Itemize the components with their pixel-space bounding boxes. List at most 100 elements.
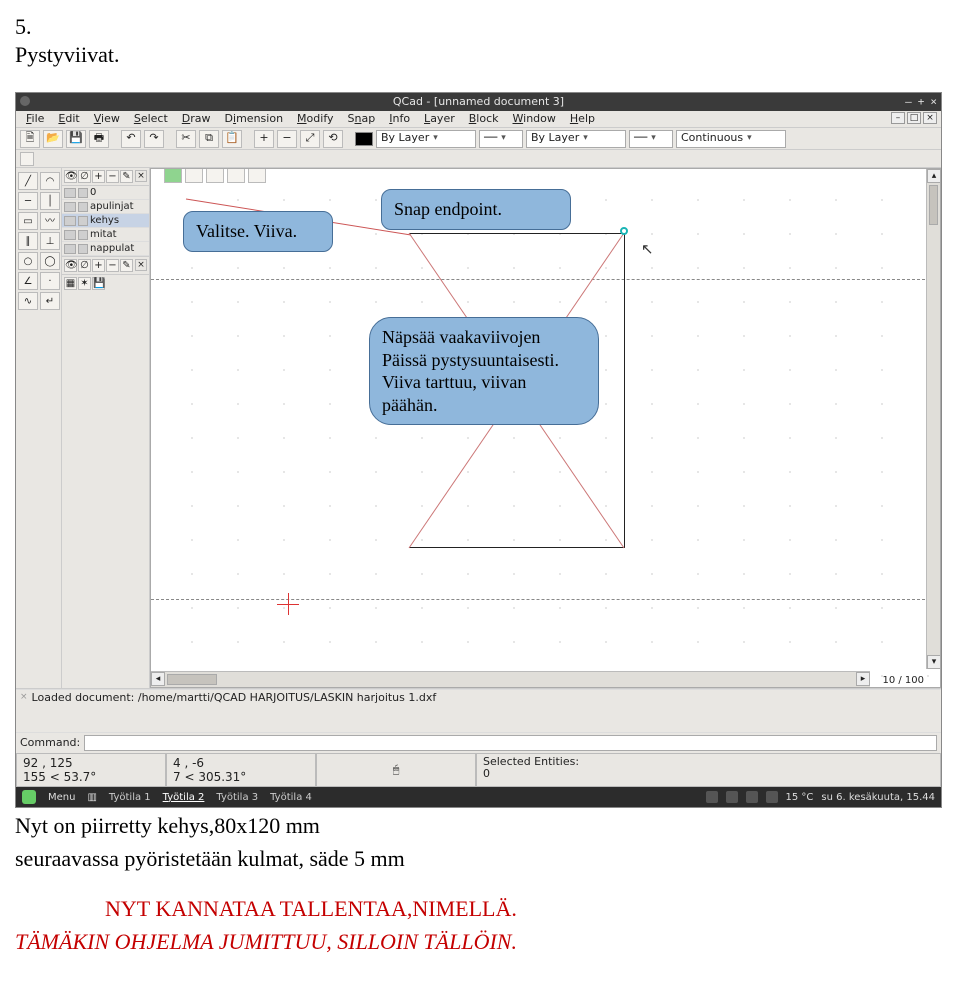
minimize-button[interactable]: –	[905, 96, 912, 108]
command-input[interactable]	[84, 735, 937, 751]
linetype-preview[interactable]: ──▾	[479, 130, 523, 148]
open-button[interactable]: 📂	[43, 130, 63, 148]
horizontal-scrollbar[interactable]: ◂ ▸	[151, 671, 870, 687]
spline-tool[interactable]: ∿	[18, 292, 38, 310]
back-tool[interactable]: ↵	[40, 292, 60, 310]
mdi-close-button[interactable]: ×	[923, 112, 937, 124]
menu-layer[interactable]: Layer	[418, 112, 461, 126]
mdi-restore-button[interactable]: □	[907, 112, 921, 124]
menu-view[interactable]: View	[88, 112, 126, 126]
polyline-tool[interactable]: 〰	[40, 212, 60, 230]
menu-button[interactable]: Menu	[48, 792, 75, 803]
block-hideall-icon[interactable]: ∅	[78, 259, 91, 272]
menu-draw[interactable]: Draw	[176, 112, 217, 126]
workspace-4[interactable]: Työtila 4	[270, 792, 312, 803]
tray-icon[interactable]	[726, 791, 738, 803]
ellipse-tool[interactable]: ◯	[40, 252, 60, 270]
eye-icon[interactable]	[64, 244, 76, 254]
block-explode-icon[interactable]: ✶	[78, 277, 91, 290]
layer-item[interactable]: nappulat	[62, 242, 149, 256]
layer-item-selected[interactable]: kehys	[62, 214, 149, 228]
drawing-canvas[interactable]: ↖ Valitse. Viiva. Snap endpoint. Näpsää …	[150, 168, 941, 688]
linetype-combo[interactable]: Continuous▾	[676, 130, 786, 148]
menu-file[interactable]: File	[20, 112, 50, 126]
layer-item[interactable]: apulinjat	[62, 200, 149, 214]
eye-icon[interactable]	[64, 216, 76, 226]
arc-tool[interactable]: ◠	[40, 172, 60, 190]
block-remove-icon[interactable]: −	[106, 259, 119, 272]
taskbar-app-icon[interactable]: ▥	[87, 792, 96, 803]
start-icon[interactable]	[22, 790, 36, 804]
snap-grid-icon[interactable]	[206, 168, 224, 183]
back-icon[interactable]	[164, 168, 182, 183]
snap-mid-icon[interactable]	[248, 168, 266, 183]
save-button[interactable]: 💾	[66, 130, 86, 148]
lock-icon[interactable]	[78, 216, 88, 226]
new-button[interactable]: 🗎	[20, 130, 40, 148]
snap-end-icon[interactable]	[227, 168, 245, 183]
paste-button[interactable]: 📋	[222, 130, 242, 148]
layer-add-icon[interactable]: +	[92, 170, 105, 183]
hline-tool[interactable]: ─	[18, 192, 38, 210]
layer-showall-icon[interactable]: 👁	[64, 170, 77, 183]
scroll-up-icon[interactable]: ▴	[927, 169, 941, 183]
zoom-fit-button[interactable]: ⤢	[300, 130, 320, 148]
workspace-2[interactable]: Työtila 2	[163, 792, 205, 803]
menu-edit[interactable]: Edit	[52, 112, 85, 126]
lock-icon[interactable]	[78, 244, 88, 254]
block-add-icon[interactable]: +	[92, 259, 105, 272]
lock-icon[interactable]	[78, 188, 88, 198]
lock-icon[interactable]	[78, 202, 88, 212]
eye-icon[interactable]	[64, 188, 76, 198]
panel-close-icon[interactable]: ×	[20, 693, 28, 703]
scroll-down-icon[interactable]: ▾	[927, 655, 941, 669]
zoom-in-button[interactable]: +	[254, 130, 274, 148]
line-tool[interactable]: ╱	[18, 172, 38, 190]
block-insert-icon[interactable]: ▦	[64, 277, 77, 290]
scroll-thumb[interactable]	[929, 185, 938, 225]
workspace-3[interactable]: Työtila 3	[216, 792, 258, 803]
menu-info[interactable]: Info	[383, 112, 416, 126]
mdi-minimize-button[interactable]: –	[891, 112, 905, 124]
circle-tool[interactable]: ○	[18, 252, 38, 270]
block-edit-icon[interactable]: ✎	[120, 259, 133, 272]
zoom-prev-button[interactable]: ⟲	[323, 130, 343, 148]
point-tool[interactable]: ·	[40, 272, 60, 290]
copy-button[interactable]: ⧉	[199, 130, 219, 148]
snap-free-icon[interactable]	[185, 168, 203, 183]
maximize-button[interactable]: +	[918, 96, 925, 108]
cut-button[interactable]: ✂	[176, 130, 196, 148]
scroll-thumb[interactable]	[167, 674, 217, 685]
panel-close-icon[interactable]: ×	[135, 259, 147, 271]
scroll-left-icon[interactable]: ◂	[151, 672, 165, 686]
menu-snap[interactable]: Snap	[342, 112, 382, 126]
layer-item[interactable]: 0	[62, 186, 149, 200]
zoom-out-button[interactable]: −	[277, 130, 297, 148]
layer-item[interactable]: mitat	[62, 228, 149, 242]
workspace-1[interactable]: Työtila 1	[109, 792, 151, 803]
color-swatch[interactable]	[355, 132, 373, 146]
eye-icon[interactable]	[64, 230, 76, 240]
menu-modify[interactable]: Modify	[291, 112, 339, 126]
menu-dimension[interactable]: Dimension	[219, 112, 290, 126]
panel-close-icon[interactable]: ×	[135, 170, 147, 182]
menu-help[interactable]: Help	[564, 112, 601, 126]
tray-icon[interactable]	[746, 791, 758, 803]
menu-select[interactable]: Select	[128, 112, 174, 126]
linetype-mode-combo[interactable]: By Layer▾	[526, 130, 626, 148]
grid-toggle-button[interactable]	[20, 152, 34, 166]
vline-tool[interactable]: │	[40, 192, 60, 210]
perpendicular-tool[interactable]: ⊥	[40, 232, 60, 250]
block-save-icon[interactable]: 💾	[92, 277, 105, 290]
layer-edit-icon[interactable]: ✎	[120, 170, 133, 183]
linetype-preview2[interactable]: ──▾	[629, 130, 673, 148]
block-showall-icon[interactable]: 👁	[64, 259, 77, 272]
parallel-tool[interactable]: ∥	[18, 232, 38, 250]
close-button[interactable]: ×	[930, 96, 937, 108]
angle-tool[interactable]: ∠	[18, 272, 38, 290]
print-button[interactable]: 🖶	[89, 130, 109, 148]
scroll-right-icon[interactable]: ▸	[856, 672, 870, 686]
lineweight-combo[interactable]: By Layer▾	[376, 130, 476, 148]
menu-block[interactable]: Block	[463, 112, 505, 126]
layer-hideall-icon[interactable]: ∅	[78, 170, 91, 183]
